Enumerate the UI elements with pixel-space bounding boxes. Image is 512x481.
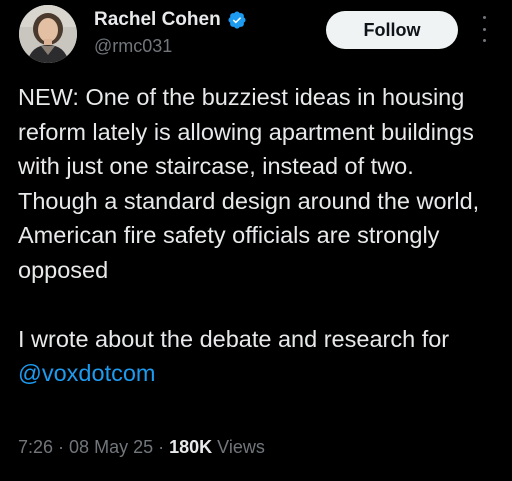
mention-link[interactable]: @voxdotcom [18, 360, 156, 386]
display-name[interactable]: Rachel Cohen [94, 8, 221, 32]
meta-separator: · [53, 437, 70, 457]
tweet-paragraph-1: NEW: One of the buzziest ideas in housin… [18, 84, 480, 283]
author-name-row: Rachel Cohen [94, 8, 247, 32]
tweet-meta: 7:26 · 08 May 25 · 180K Views [18, 435, 265, 459]
profile-photo-icon [19, 5, 77, 63]
views-label: Views [212, 437, 265, 457]
handle[interactable]: @rmc031 [94, 35, 172, 57]
more-vertical-icon[interactable] [478, 16, 490, 42]
tweet-text: NEW: One of the buzziest ideas in housin… [18, 80, 498, 391]
avatar[interactable] [19, 5, 77, 63]
tweet-date[interactable]: 08 May 25 [69, 437, 153, 457]
verified-badge-icon[interactable] [227, 10, 247, 30]
tweet-paragraph-2: I wrote about the debate and research fo… [18, 322, 498, 391]
tweet-time[interactable]: 7:26 [18, 437, 53, 457]
follow-button[interactable]: Follow [326, 11, 458, 49]
tweet-paragraph-2-text: I wrote about the debate and research fo… [18, 325, 450, 352]
tweet-card: Rachel Cohen @rmc031 Follow NEW: One of … [0, 0, 512, 481]
views-count: 180K [169, 437, 213, 457]
meta-separator: · [153, 437, 170, 457]
